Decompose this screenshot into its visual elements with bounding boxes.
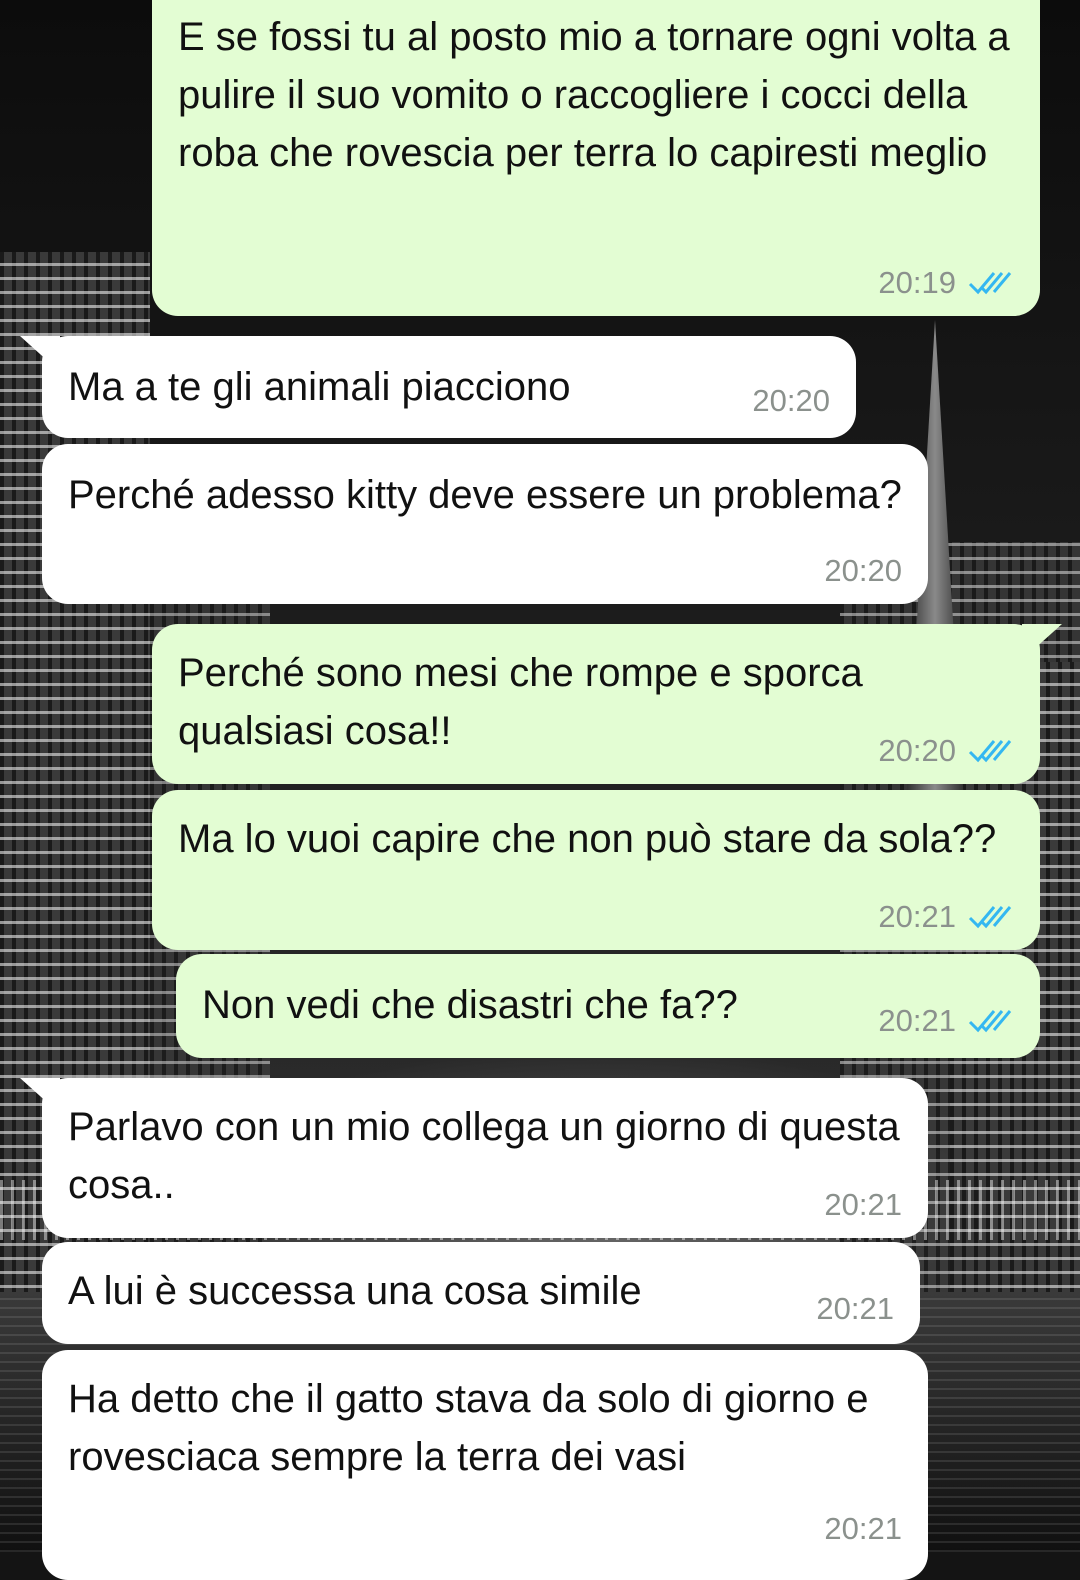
message-bubble-outgoing[interactable]: Non vedi che disastri che fa?? 20:21 bbox=[176, 954, 1040, 1058]
message-bubble-incoming[interactable]: Parlavo con un mio collega un giorno di … bbox=[20, 1078, 928, 1238]
message-bubble-incoming[interactable]: Ma a te gli animali piacciono 20:20 bbox=[20, 336, 856, 438]
message-meta: 20:19 bbox=[878, 266, 1014, 300]
message-time: 20:21 bbox=[824, 1187, 902, 1222]
double-check-icon bbox=[968, 738, 1014, 764]
message-meta: 20:21 bbox=[816, 1292, 894, 1326]
double-check-icon bbox=[968, 270, 1014, 296]
message-bubble-outgoing[interactable]: Ma lo vuoi capire che non può stare da s… bbox=[152, 790, 1040, 950]
message-text: A lui è successa una cosa simile bbox=[68, 1269, 642, 1313]
message-time: 20:20 bbox=[752, 383, 830, 418]
message-time: 20:20 bbox=[824, 553, 902, 588]
message-bubble-outgoing[interactable]: Perché sono mesi che rompe e sporca qual… bbox=[152, 624, 1062, 784]
message-time: 20:19 bbox=[878, 265, 956, 300]
message-text: Ha detto che il gatto stava da solo di g… bbox=[68, 1377, 880, 1479]
double-check-icon bbox=[968, 904, 1014, 930]
message-text: E se fossi tu al posto mio a tornare ogn… bbox=[178, 15, 1021, 175]
message-bubble-incoming[interactable]: Perché adesso kitty deve essere un probl… bbox=[42, 444, 928, 604]
message-bubble-incoming[interactable]: Ha detto che il gatto stava da solo di g… bbox=[42, 1350, 928, 1580]
message-time: 20:21 bbox=[878, 899, 956, 934]
message-text: Ma lo vuoi capire che non può stare da s… bbox=[178, 817, 997, 861]
message-time: 20:21 bbox=[878, 1003, 956, 1038]
message-meta: 20:21 bbox=[824, 1188, 902, 1222]
message-text: Ma a te gli animali piacciono bbox=[68, 365, 571, 409]
message-meta: 20:20 bbox=[752, 384, 830, 418]
message-bubble-outgoing[interactable]: E se fossi tu al posto mio a tornare ogn… bbox=[152, 0, 1040, 316]
message-time: 20:21 bbox=[824, 1511, 902, 1546]
message-meta: 20:21 bbox=[824, 1512, 902, 1546]
message-text: Perché adesso kitty deve essere un probl… bbox=[68, 473, 902, 517]
message-meta: 20:21 bbox=[878, 1004, 1014, 1038]
double-check-icon bbox=[968, 1008, 1014, 1034]
message-time: 20:20 bbox=[878, 733, 956, 768]
message-list: E se fossi tu al posto mio a tornare ogn… bbox=[0, 0, 1080, 1580]
message-meta: 20:20 bbox=[824, 554, 902, 588]
message-time: 20:21 bbox=[816, 1291, 894, 1326]
message-meta: 20:20 bbox=[878, 734, 1014, 768]
message-bubble-incoming[interactable]: A lui è successa una cosa simile 20:21 bbox=[42, 1242, 920, 1344]
message-meta: 20:21 bbox=[878, 900, 1014, 934]
message-text: Parlavo con un mio collega un giorno di … bbox=[68, 1105, 911, 1207]
